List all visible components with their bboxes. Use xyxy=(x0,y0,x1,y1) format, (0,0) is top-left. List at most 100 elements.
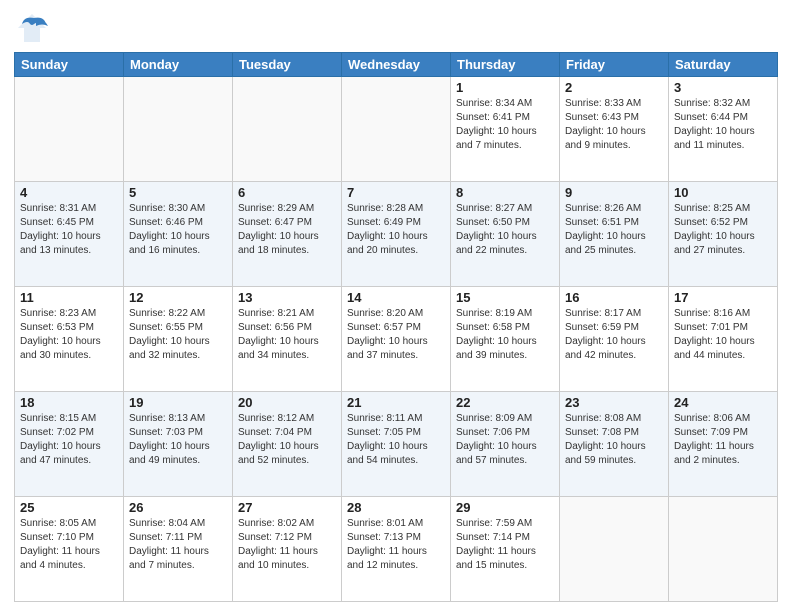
calendar-cell: 10 Sunrise: 8:25 AM Sunset: 6:52 PM Dayli… xyxy=(669,182,778,287)
calendar-cell xyxy=(233,77,342,182)
calendar-cell: 22Sunrise: 8:09 AM Sunset: 7:06 PM Dayli… xyxy=(451,392,560,497)
calendar-cell xyxy=(669,497,778,602)
calendar-cell xyxy=(560,497,669,602)
day-detail: Sunrise: 8:23 AM Sunset: 6:53 PM Dayligh… xyxy=(20,307,118,363)
column-header-thursday: Thursday xyxy=(451,53,560,77)
day-number: 24 xyxy=(674,395,772,410)
day-number: 26 xyxy=(129,500,227,515)
page-container: SundayMondayTuesdayWednesdayThursdayFrid… xyxy=(0,0,792,612)
calendar-cell: 17 Sunrise: 8:16 AM Sunset: 7:01 PM Dayli… xyxy=(669,287,778,392)
column-header-friday: Friday xyxy=(560,53,669,77)
calendar-cell: 21 Sunrise: 8:11 AM Sunset: 7:05 PM Dayli… xyxy=(342,392,451,497)
calendar-cell: 7Sunrise: 8:28 AM Sunset: 6:49 PM Daylig… xyxy=(342,182,451,287)
day-detail: Sunrise: 8:29 AM Sunset: 6:47 PM Dayligh… xyxy=(238,202,336,258)
calendar-cell: 19 Sunrise: 8:13 AM Sunset: 7:03 PM Dayli… xyxy=(124,392,233,497)
logo xyxy=(14,10,52,46)
day-detail: Sunrise: 8:08 AM Sunset: 7:08 PM Dayligh… xyxy=(565,412,663,468)
column-header-tuesday: Tuesday xyxy=(233,53,342,77)
calendar-cell: 25Sunrise: 8:05 AM Sunset: 7:10 PM Dayli… xyxy=(15,497,124,602)
day-number: 20 xyxy=(238,395,336,410)
day-number: 16 xyxy=(565,290,663,305)
calendar-cell: 26 Sunrise: 8:04 AM Sunset: 7:11 PM Dayli… xyxy=(124,497,233,602)
day-detail: Sunrise: 8:32 AM Sunset: 6:44 PM Dayligh… xyxy=(674,97,772,153)
calendar-cell: 4 Sunrise: 8:31 AM Sunset: 6:45 PM Daylig… xyxy=(15,182,124,287)
calendar-cell: 27 Sunrise: 8:02 AM Sunset: 7:12 PM Dayli… xyxy=(233,497,342,602)
day-detail: Sunrise: 8:12 AM Sunset: 7:04 PM Dayligh… xyxy=(238,412,336,468)
calendar-cell: 29Sunrise: 7:59 AM Sunset: 7:14 PM Dayli… xyxy=(451,497,560,602)
day-number: 10 xyxy=(674,185,772,200)
day-detail: Sunrise: 8:13 AM Sunset: 7:03 PM Dayligh… xyxy=(129,412,227,468)
day-number: 4 xyxy=(20,185,118,200)
day-number: 8 xyxy=(456,185,554,200)
calendar-cell: 2 Sunrise: 8:33 AM Sunset: 6:43 PM Daylig… xyxy=(560,77,669,182)
day-number: 3 xyxy=(674,80,772,95)
day-detail: Sunrise: 8:25 AM Sunset: 6:52 PM Dayligh… xyxy=(674,202,772,258)
day-detail: Sunrise: 8:16 AM Sunset: 7:01 PM Dayligh… xyxy=(674,307,772,363)
logo-icon xyxy=(14,10,50,46)
calendar-cell: 3 Sunrise: 8:32 AM Sunset: 6:44 PM Daylig… xyxy=(669,77,778,182)
calendar-cell: 6 Sunrise: 8:29 AM Sunset: 6:47 PM Daylig… xyxy=(233,182,342,287)
calendar-header-row: SundayMondayTuesdayWednesdayThursdayFrid… xyxy=(15,53,778,77)
calendar-week-3: 18 Sunrise: 8:15 AM Sunset: 7:02 PM Dayli… xyxy=(15,392,778,497)
calendar-cell: 18 Sunrise: 8:15 AM Sunset: 7:02 PM Dayli… xyxy=(15,392,124,497)
day-detail: Sunrise: 8:17 AM Sunset: 6:59 PM Dayligh… xyxy=(565,307,663,363)
calendar-cell xyxy=(124,77,233,182)
day-number: 6 xyxy=(238,185,336,200)
day-number: 2 xyxy=(565,80,663,95)
day-number: 25 xyxy=(20,500,118,515)
day-detail: Sunrise: 8:04 AM Sunset: 7:11 PM Dayligh… xyxy=(129,517,227,573)
day-detail: Sunrise: 8:34 AM Sunset: 6:41 PM Dayligh… xyxy=(456,97,554,153)
calendar-cell: 16 Sunrise: 8:17 AM Sunset: 6:59 PM Dayli… xyxy=(560,287,669,392)
day-number: 27 xyxy=(238,500,336,515)
calendar-cell: 1 Sunrise: 8:34 AM Sunset: 6:41 PM Daylig… xyxy=(451,77,560,182)
calendar-cell: 14 Sunrise: 8:20 AM Sunset: 6:57 PM Dayli… xyxy=(342,287,451,392)
day-detail: Sunrise: 8:28 AM Sunset: 6:49 PM Dayligh… xyxy=(347,202,445,258)
day-number: 15 xyxy=(456,290,554,305)
calendar-week-1: 4 Sunrise: 8:31 AM Sunset: 6:45 PM Daylig… xyxy=(15,182,778,287)
day-detail: Sunrise: 8:30 AM Sunset: 6:46 PM Dayligh… xyxy=(129,202,227,258)
day-number: 18 xyxy=(20,395,118,410)
day-number: 19 xyxy=(129,395,227,410)
calendar-cell: 9 Sunrise: 8:26 AM Sunset: 6:51 PM Daylig… xyxy=(560,182,669,287)
column-header-monday: Monday xyxy=(124,53,233,77)
calendar-cell: 8 Sunrise: 8:27 AM Sunset: 6:50 PM Daylig… xyxy=(451,182,560,287)
day-number: 17 xyxy=(674,290,772,305)
day-number: 23 xyxy=(565,395,663,410)
column-header-wednesday: Wednesday xyxy=(342,53,451,77)
calendar-table: SundayMondayTuesdayWednesdayThursdayFrid… xyxy=(14,52,778,602)
day-number: 11 xyxy=(20,290,118,305)
day-number: 13 xyxy=(238,290,336,305)
calendar-cell xyxy=(15,77,124,182)
calendar-cell: 20 Sunrise: 8:12 AM Sunset: 7:04 PM Dayli… xyxy=(233,392,342,497)
day-detail: Sunrise: 8:20 AM Sunset: 6:57 PM Dayligh… xyxy=(347,307,445,363)
calendar-week-0: 1 Sunrise: 8:34 AM Sunset: 6:41 PM Daylig… xyxy=(15,77,778,182)
day-number: 9 xyxy=(565,185,663,200)
day-detail: Sunrise: 8:27 AM Sunset: 6:50 PM Dayligh… xyxy=(456,202,554,258)
day-detail: Sunrise: 8:33 AM Sunset: 6:43 PM Dayligh… xyxy=(565,97,663,153)
day-detail: Sunrise: 8:11 AM Sunset: 7:05 PM Dayligh… xyxy=(347,412,445,468)
calendar-week-2: 11 Sunrise: 8:23 AM Sunset: 6:53 PM Dayli… xyxy=(15,287,778,392)
calendar-cell: 15 Sunrise: 8:19 AM Sunset: 6:58 PM Dayli… xyxy=(451,287,560,392)
day-number: 1 xyxy=(456,80,554,95)
day-detail: Sunrise: 8:02 AM Sunset: 7:12 PM Dayligh… xyxy=(238,517,336,573)
calendar-cell: 11 Sunrise: 8:23 AM Sunset: 6:53 PM Dayli… xyxy=(15,287,124,392)
day-number: 14 xyxy=(347,290,445,305)
calendar-cell xyxy=(342,77,451,182)
day-detail: Sunrise: 8:19 AM Sunset: 6:58 PM Dayligh… xyxy=(456,307,554,363)
day-detail: Sunrise: 8:09 AM Sunset: 7:06 PM Dayligh… xyxy=(456,412,554,468)
day-detail: Sunrise: 8:31 AM Sunset: 6:45 PM Dayligh… xyxy=(20,202,118,258)
day-detail: Sunrise: 8:15 AM Sunset: 7:02 PM Dayligh… xyxy=(20,412,118,468)
day-detail: Sunrise: 8:22 AM Sunset: 6:55 PM Dayligh… xyxy=(129,307,227,363)
column-header-sunday: Sunday xyxy=(15,53,124,77)
day-number: 5 xyxy=(129,185,227,200)
column-header-saturday: Saturday xyxy=(669,53,778,77)
day-number: 21 xyxy=(347,395,445,410)
calendar-cell: 28Sunrise: 8:01 AM Sunset: 7:13 PM Dayli… xyxy=(342,497,451,602)
day-number: 28 xyxy=(347,500,445,515)
day-detail: Sunrise: 8:26 AM Sunset: 6:51 PM Dayligh… xyxy=(565,202,663,258)
calendar-cell: 24Sunrise: 8:06 AM Sunset: 7:09 PM Dayli… xyxy=(669,392,778,497)
page-header xyxy=(14,10,778,46)
calendar-cell: 23 Sunrise: 8:08 AM Sunset: 7:08 PM Dayli… xyxy=(560,392,669,497)
day-number: 12 xyxy=(129,290,227,305)
calendar-cell: 12 Sunrise: 8:22 AM Sunset: 6:55 PM Dayli… xyxy=(124,287,233,392)
